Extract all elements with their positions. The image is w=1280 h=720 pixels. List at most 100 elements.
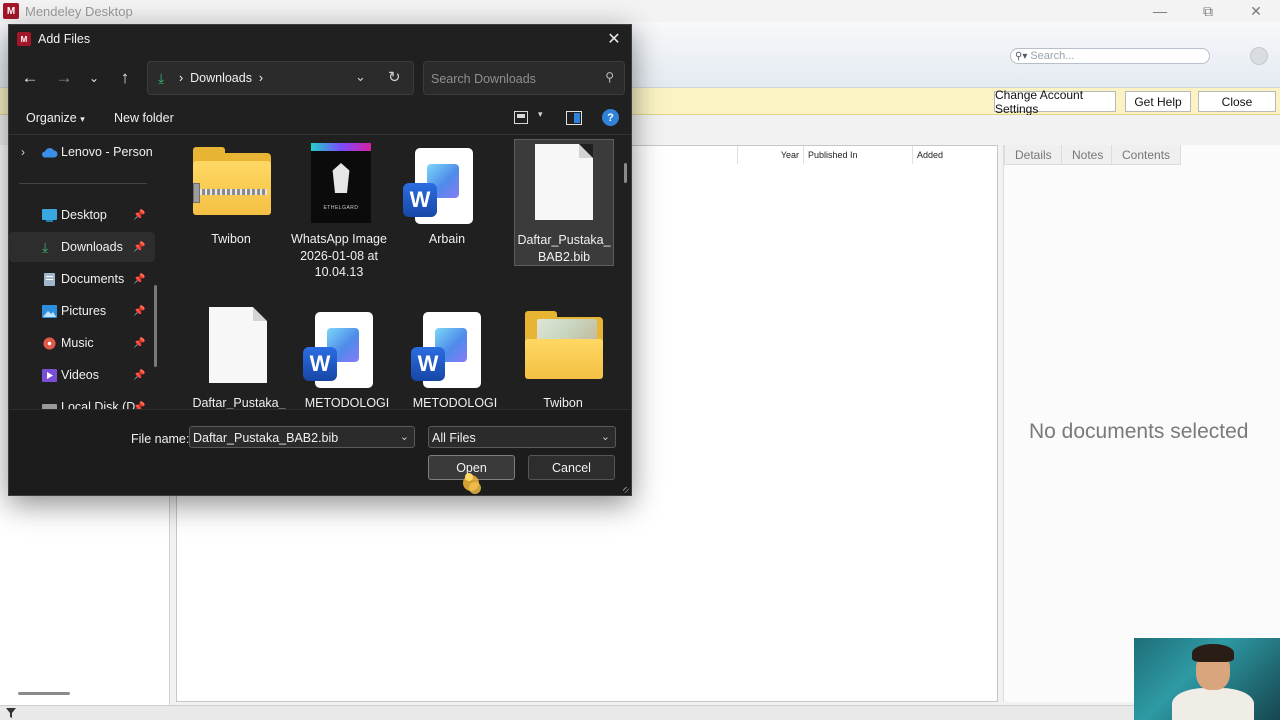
file-item[interactable]: Twibon (181, 139, 281, 248)
file-name: Arbain (428, 232, 466, 246)
close-info-bar-button[interactable]: Close (1198, 91, 1276, 112)
file-item[interactable]: W METODOLOGI (297, 303, 397, 409)
desktop-icon (42, 208, 57, 222)
status-bar (0, 705, 1280, 720)
sidebar-item-label: Documents (61, 272, 125, 286)
word-doc-icon: W (397, 139, 497, 231)
address-bar[interactable]: ⤓ › Downloads › ⌄ ↻ (147, 61, 414, 95)
up-arrow-icon[interactable]: ↑ (113, 67, 137, 89)
music-icon (43, 336, 56, 350)
forward-arrow-icon[interactable]: → (52, 67, 76, 89)
word-doc-icon: W (405, 303, 505, 395)
expand-chevron-icon[interactable]: › (21, 145, 25, 159)
file-name: METODOLOGI (304, 396, 390, 409)
sidebar-item-label: Music (61, 336, 94, 350)
sidebar-item-pictures[interactable]: Pictures 📌 (9, 296, 155, 326)
sidebar-item-videos[interactable]: Videos 📌 (9, 360, 155, 390)
mouse-cursor-icon (463, 473, 481, 494)
preview-pane-icon[interactable] (566, 111, 582, 125)
minimize-icon[interactable]: — (1136, 0, 1184, 22)
refresh-icon[interactable]: ↻ (388, 68, 401, 86)
breadcrumb[interactable]: › Downloads › (179, 71, 263, 85)
organize-menu[interactable]: Organize ▾ (26, 111, 85, 125)
pin-icon[interactable]: 📌 (133, 370, 145, 381)
close-icon[interactable]: ✕ (605, 30, 623, 48)
pin-icon[interactable]: 📌 (133, 210, 145, 221)
pin-icon[interactable]: 📌 (133, 402, 145, 410)
download-icon: ⤓ (42, 239, 49, 255)
file-icon (189, 303, 289, 395)
column-published-in[interactable]: Published In (803, 146, 911, 164)
mendeley-logo-icon: M (17, 32, 31, 46)
image-caption: ETHELGARD (323, 205, 359, 211)
cancel-button[interactable]: Cancel (528, 455, 615, 480)
dialog-title: Add Files (38, 32, 91, 46)
new-folder-button[interactable]: New folder (114, 111, 174, 125)
sidebar-scrollbar[interactable] (18, 692, 70, 695)
file-item[interactable]: W Arbain (397, 139, 497, 248)
sidebar-item-downloads[interactable]: ⤓ Downloads 📌 (9, 232, 155, 262)
file-name: WhatsApp Image 2026-01-08 at 10.04.13 (291, 232, 387, 279)
library-search-placeholder: Search... (1030, 50, 1075, 62)
avatar[interactable] (1250, 47, 1268, 65)
chevron-down-icon[interactable]: ⌄ (400, 430, 409, 443)
navigation-scrollbar[interactable] (154, 285, 157, 367)
file-item[interactable]: ETHELGARD WhatsApp Image 2026-01-08 at 1… (289, 139, 389, 281)
tab-notes[interactable]: Notes (1061, 145, 1115, 165)
file-name-label: File name: (131, 432, 190, 446)
search-downloads-input[interactable] (431, 70, 591, 88)
filter-icon[interactable] (6, 708, 16, 718)
file-name-value: Daftar_Pustaka_BAB2.bib (193, 431, 339, 445)
pin-icon[interactable]: 📌 (133, 274, 145, 285)
file-item[interactable]: Twibon (513, 303, 613, 409)
webcam-person-hair (1192, 644, 1234, 662)
file-name-input[interactable]: Daftar_Pustaka_BAB2.bib ⌄ (189, 426, 415, 448)
library-search-input[interactable]: ⚲▾ Search... (1010, 48, 1210, 64)
file-name: Daftar_Pustaka_BAB2.bib (517, 233, 611, 264)
mendeley-logo-icon: M (3, 3, 19, 19)
pin-icon[interactable]: 📌 (133, 338, 145, 349)
resize-grip-icon[interactable] (623, 487, 629, 493)
download-icon: ⤓ (158, 70, 165, 86)
file-type-select[interactable]: All Files ⌄ (428, 426, 616, 448)
search-downloads-field[interactable]: ⚲ (423, 61, 625, 95)
view-mode-icon[interactable] (514, 111, 528, 124)
file-type-value: All Files (432, 431, 476, 445)
breadcrumb-downloads[interactable]: Downloads (190, 71, 252, 85)
sidebar-item-documents[interactable]: Documents 📌 (9, 264, 155, 294)
tab-contents[interactable]: Contents (1111, 145, 1182, 165)
help-icon[interactable]: ? (602, 109, 619, 126)
sidebar-item-label: Local Disk (D (61, 400, 136, 409)
pin-icon[interactable]: 📌 (133, 306, 145, 317)
file-icon (515, 140, 615, 232)
column-added[interactable]: Added (912, 146, 998, 164)
file-item-selected[interactable]: Daftar_Pustaka_BAB2.bib (514, 139, 614, 266)
back-arrow-icon[interactable]: ← (18, 67, 42, 89)
file-name: METODOLOGI (412, 396, 498, 409)
restore-icon[interactable]: ⧉ (1184, 0, 1232, 22)
file-name: Twibon (211, 232, 251, 246)
dialog-titlebar: M Add Files ✕ (9, 25, 631, 53)
sidebar-item-desktop[interactable]: Desktop 📌 (9, 200, 155, 230)
column-year[interactable]: Year (737, 146, 803, 164)
sidebar-item-label: Pictures (61, 304, 107, 318)
file-item[interactable]: Daftar_Pustaka_ (189, 303, 289, 409)
pin-icon[interactable]: 📌 (133, 242, 145, 253)
search-icon: ⚲ (605, 70, 614, 84)
sidebar-item-music[interactable]: Music 📌 (9, 328, 155, 358)
tab-details[interactable]: Details (1004, 145, 1063, 165)
sidebar-item-onedrive[interactable]: › Lenovo - Person (9, 137, 155, 167)
change-account-settings-button[interactable]: Change Account Settings (994, 88, 1116, 116)
photo-folder-icon (513, 303, 613, 395)
no-documents-message: No documents selected (1029, 420, 1249, 443)
sidebar-item-local-disk[interactable]: Local Disk (D 📌 (9, 392, 155, 409)
view-mode-chevron-icon[interactable]: ▾ (538, 109, 543, 120)
address-dropdown-chevron-icon[interactable]: ⌄ (355, 69, 366, 85)
close-window-icon[interactable]: ✕ (1232, 0, 1280, 22)
get-help-button[interactable]: Get Help (1125, 91, 1191, 112)
file-name: Twibon (543, 396, 583, 409)
file-grid-scrollbar[interactable] (624, 163, 627, 183)
file-item[interactable]: W METODOLOGI (405, 303, 505, 409)
recent-locations-chevron-icon[interactable]: ⌄ (82, 67, 106, 89)
details-pane: Details Notes Contents No documents sele… (1003, 145, 1280, 702)
